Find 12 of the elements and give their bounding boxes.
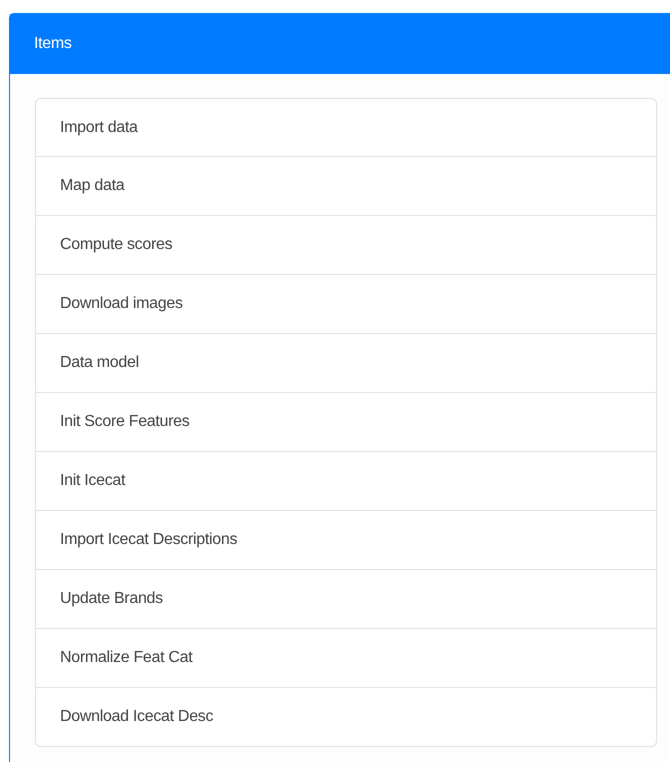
list-item[interactable]: Download Icecat Desc [35,688,657,747]
panel-header: Items [10,14,670,74]
list-item[interactable]: Download images [35,275,657,334]
list-item[interactable]: Import Icecat Descriptions [35,511,657,570]
list-item[interactable]: Import data [35,98,657,157]
list-item[interactable]: Update Brands [35,570,657,629]
list-item[interactable]: Init Score Features [35,393,657,452]
list-item[interactable]: Normalize Feat Cat [35,629,657,688]
list-item[interactable]: Data model [35,334,657,393]
list-item[interactable]: Compute scores [35,216,657,275]
list-item[interactable]: Map data [35,157,657,216]
list-item[interactable]: Init Icecat [35,452,657,511]
